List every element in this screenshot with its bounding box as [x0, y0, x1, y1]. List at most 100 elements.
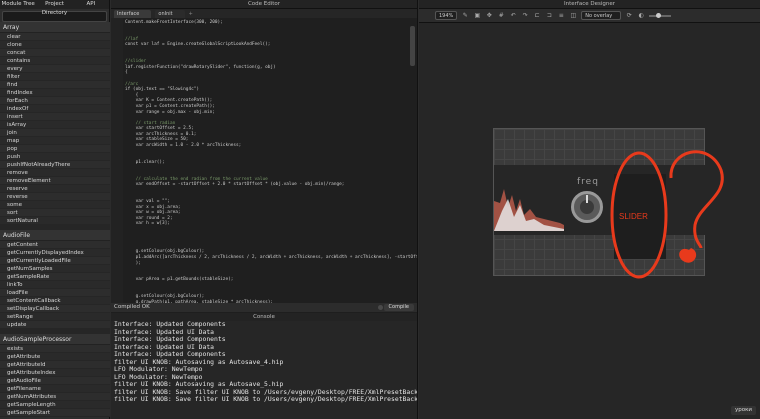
code-editor-tabs: Interface onInit + — [111, 9, 417, 18]
compile-button[interactable]: Compile — [383, 304, 414, 311]
align-left-icon[interactable]: ⊏ — [533, 12, 541, 20]
code-line: p1.addArc([arcThickness / 2, arcThicknes… — [125, 254, 417, 260]
interface-designer-title: Interface Designer — [419, 0, 760, 9]
api-item[interactable]: sort — [0, 209, 110, 217]
line-gutter — [111, 18, 123, 303]
compile-bar: Compiled OK Compile — [111, 303, 417, 312]
distribute-icon[interactable]: ≡ — [557, 12, 565, 20]
api-item[interactable]: setContentCallback — [0, 297, 110, 305]
api-group: AudioFile getContent getCurrentlyDisplayed… — [0, 230, 110, 329]
align-right-icon[interactable]: ⊐ — [545, 12, 553, 20]
zoom-select[interactable]: 194% — [435, 11, 458, 20]
tab-module-tree[interactable]: Module Tree — [0, 0, 36, 9]
api-item[interactable]: removeElement — [0, 177, 110, 185]
code-text-area[interactable]: Content.makeFrontInterface(300, 200);//l… — [111, 18, 417, 303]
compile-status: Compiled OK — [114, 304, 150, 310]
api-item[interactable]: isArray — [0, 121, 110, 129]
interface-canvas[interactable]: freq — [493, 128, 706, 276]
redo-icon[interactable]: ↷ — [521, 12, 529, 20]
api-item[interactable]: exists — [0, 345, 110, 353]
tab-interface-label: Interface — [117, 10, 140, 17]
api-item[interactable]: clear — [0, 33, 110, 41]
api-item[interactable]: getAttribute — [0, 353, 110, 361]
freq-knob[interactable] — [571, 191, 603, 223]
tab-oninit[interactable]: onInit — [155, 9, 185, 18]
tab-oninit-label: onInit — [158, 10, 173, 17]
api-item[interactable]: getFilename — [0, 385, 110, 393]
api-item[interactable]: setDisplayCallback — [0, 305, 110, 313]
api-item[interactable]: find — [0, 81, 110, 89]
api-item[interactable]: setRange — [0, 313, 110, 321]
api-item[interactable]: reserve — [0, 185, 110, 193]
api-item[interactable]: getSampleLength — [0, 401, 110, 409]
api-item[interactable]: getContent — [0, 241, 110, 249]
freq-label: freq — [577, 177, 599, 187]
api-item[interactable]: getNumSamples — [0, 265, 110, 273]
freq-knob-pointer — [586, 195, 588, 203]
opacity-slider-knob[interactable] — [656, 12, 662, 18]
api-item[interactable]: linkTo — [0, 281, 110, 289]
left-panel-tabs: Module Tree Project Directory API — [0, 0, 109, 16]
code-lines: Content.makeFrontInterface(300, 200);//l… — [125, 20, 417, 303]
api-item[interactable]: concat — [0, 49, 110, 57]
preview-icon[interactable]: ◫ — [569, 12, 577, 20]
move-icon[interactable]: ✥ — [485, 12, 493, 20]
api-item[interactable]: clone — [0, 41, 110, 49]
api-item[interactable]: getCurrentlyLoadedFile — [0, 257, 110, 265]
api-item[interactable]: push — [0, 153, 110, 161]
api-group-header[interactable]: AudioSampleProcessor — [0, 334, 110, 345]
code-editor-panel: Code Editor Interface onInit + Content.m… — [111, 0, 418, 419]
api-item[interactable]: map — [0, 137, 110, 145]
console-line: filter UI KNOB: Save filter UI KNOB to /… — [114, 395, 417, 403]
undo-icon[interactable]: ↶ — [509, 12, 517, 20]
grid-icon[interactable]: # — [497, 12, 505, 20]
api-item[interactable]: getSampleRate — [0, 273, 110, 281]
api-group-header[interactable]: Array — [0, 22, 110, 33]
add-tab-button[interactable]: + — [189, 11, 193, 17]
api-browser-panel: Module Tree Project Directory API Array c… — [0, 0, 110, 419]
refresh-icon[interactable]: ⟳ — [625, 12, 633, 20]
api-item[interactable]: sortNatural — [0, 217, 110, 225]
edit-icon[interactable]: ✎ — [461, 12, 469, 20]
console-output[interactable]: Interface: Updated Components Interface: … — [111, 321, 417, 419]
api-item[interactable]: getAttributeIndex — [0, 369, 110, 377]
waveform-image — [494, 189, 564, 231]
lessons-button[interactable]: уроки — [730, 406, 756, 415]
api-item[interactable]: getAudioFile — [0, 377, 110, 385]
api-list: Array clear clone concat contains every filter… — [0, 22, 110, 419]
api-item[interactable]: join — [0, 129, 110, 137]
api-item[interactable]: findIndex — [0, 89, 110, 97]
dim-icon[interactable]: ◐ — [637, 12, 645, 20]
api-item[interactable]: reverse — [0, 193, 110, 201]
api-item[interactable]: forEach — [0, 97, 110, 105]
code-scrollbar[interactable] — [410, 26, 415, 66]
api-item[interactable]: some — [0, 201, 110, 209]
api-item[interactable]: pushIfNotAlreadyThere — [0, 161, 110, 169]
overlay-select[interactable]: No overlay — [581, 11, 622, 20]
api-item[interactable]: remove — [0, 169, 110, 177]
slider-area[interactable] — [614, 174, 666, 259]
console-title: Console — [111, 313, 417, 321]
api-group: AudioSampleProcessor exists getAttribute ge… — [0, 334, 110, 417]
tab-project-directory[interactable]: Project Directory — [36, 0, 72, 16]
api-item[interactable]: getAttributeId — [0, 361, 110, 369]
tab-interface[interactable]: Interface — [114, 9, 152, 18]
api-group-header[interactable]: AudioFile — [0, 230, 110, 241]
api-item[interactable]: contains — [0, 57, 110, 65]
api-item[interactable]: getCurrentlyDisplayedIndex — [0, 249, 110, 257]
compile-indicator-icon — [378, 305, 383, 310]
api-item[interactable]: every — [0, 65, 110, 73]
api-item[interactable]: getSampleStart — [0, 409, 110, 417]
tab-api[interactable]: API — [73, 0, 109, 9]
lock-icon[interactable]: ▣ — [473, 12, 481, 20]
api-item[interactable]: update — [0, 321, 110, 329]
api-item[interactable]: pop — [0, 145, 110, 153]
api-item[interactable]: indexOf — [0, 105, 110, 113]
api-group: Array clear clone concat contains every filter… — [0, 22, 110, 225]
designer-toolbar: 194% ✎ ▣ ✥ # ↶ ↷ ⊏ ⊐ ≡ ◫ No overlay ⟳ ◐ — [419, 9, 760, 23]
opacity-slider[interactable] — [649, 12, 672, 18]
api-item[interactable]: loadFile — [0, 289, 110, 297]
api-item[interactable]: getNumAttributes — [0, 393, 110, 401]
api-item[interactable]: insert — [0, 113, 110, 121]
api-item[interactable]: filter — [0, 73, 110, 81]
